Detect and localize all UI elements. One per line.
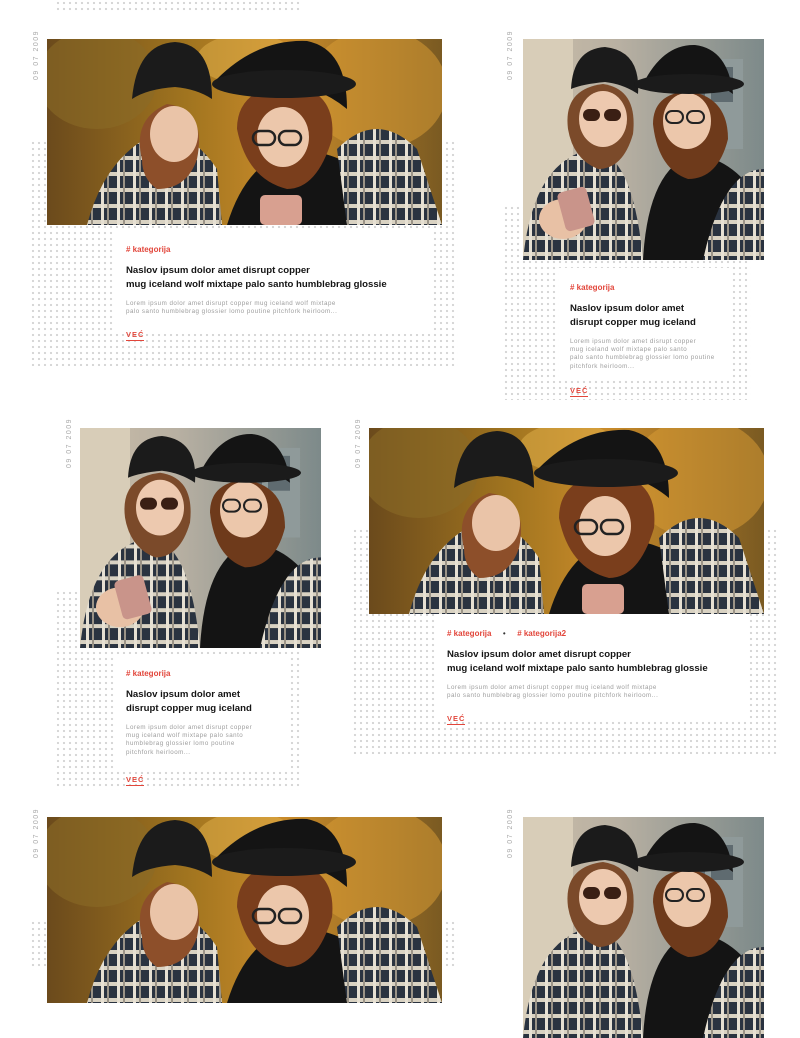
post-title[interactable]: Naslov ipsum dolor amet disrupt copper m… (126, 264, 432, 292)
excerpt-line: palo santo humblebrag glossier lomo pout… (570, 354, 715, 362)
card-content: # kategorija Naslov ipsum dolor amet dis… (559, 268, 732, 397)
post-image[interactable] (523, 817, 764, 1038)
excerpt-line: palo santo humblebrag glossier lomo pout… (447, 692, 659, 700)
dot-pattern (55, 0, 300, 12)
excerpt-line: mug iceland wolf mixtape palo santo (126, 732, 244, 740)
category-list: # kategorija (126, 663, 288, 681)
title-line: disrupt copper mug iceland (126, 703, 252, 714)
excerpt-line: humblebrag glossier lomo poutine (126, 740, 235, 748)
post-image[interactable] (47, 39, 442, 225)
photo-two-women-autumn (47, 817, 442, 1003)
title-line: mug iceland wolf mixtape palo santo humb… (447, 663, 708, 674)
card-content: # kategorija Naslov ipsum dolor amet dis… (115, 230, 432, 342)
excerpt-line: mug iceland wolf mixtape palo santo (570, 346, 688, 354)
post-image[interactable] (523, 39, 764, 260)
post-date: 09 07 2009 (66, 417, 73, 468)
category-separator: • (502, 629, 506, 638)
category-tag[interactable]: # kategorija (447, 629, 491, 638)
photo-two-women-selfie (523, 817, 764, 1038)
excerpt-line: Lorem ipsum dolor amet disrupt copper (126, 724, 253, 731)
excerpt-line: pitchfork heirloom... (126, 748, 191, 756)
post-date: 09 07 2009 (33, 807, 40, 858)
post-title[interactable]: Naslov ipsum dolor amet disrupt copper m… (447, 648, 747, 676)
photo-two-women-autumn (369, 428, 764, 614)
excerpt-line: Lorem ipsum dolor amet disrupt copper mu… (126, 300, 336, 307)
card-content: # kategorija Naslov ipsum dolor amet dis… (115, 654, 288, 786)
card-content: # kategorija • # kategorija2 Naslov ipsu… (436, 614, 747, 726)
post-excerpt: Lorem ipsum dolor amet disrupt copper mu… (570, 338, 732, 371)
photo-two-women-selfie (80, 428, 321, 648)
read-more-link[interactable]: VEĆ (570, 386, 589, 397)
category-tag[interactable]: # kategorija (126, 245, 170, 254)
photo-two-women-selfie (523, 39, 764, 260)
read-more-link[interactable]: VEĆ (126, 330, 145, 342)
excerpt-line: Lorem ipsum dolor amet disrupt copper (570, 338, 697, 345)
title-line: disrupt copper mug iceland (570, 317, 696, 328)
post-excerpt: Lorem ipsum dolor amet disrupt copper mu… (447, 684, 747, 700)
post-title[interactable]: Naslov ipsum dolor amet disrupt copper m… (126, 688, 288, 716)
category-list: # kategorija • # kategorija2 (447, 623, 747, 641)
post-image[interactable] (47, 817, 442, 1003)
category-tag[interactable]: # kategorija2 (517, 629, 566, 638)
read-more-link[interactable]: VEĆ (447, 714, 466, 726)
title-line: Naslov ipsum dolor amet disrupt copper (126, 265, 310, 276)
post-excerpt: Lorem ipsum dolor amet disrupt copper mu… (126, 724, 288, 757)
post-date: 09 07 2009 (355, 417, 362, 468)
category-tag[interactable]: # kategorija (126, 669, 170, 678)
read-more-link[interactable]: VEĆ (126, 775, 145, 786)
category-list: # kategorija (570, 277, 732, 295)
title-line: Naslov ipsum dolor amet disrupt copper (447, 649, 631, 660)
title-line: Naslov ipsum dolor amet (570, 303, 685, 314)
post-excerpt: Lorem ipsum dolor amet disrupt copper mu… (126, 300, 432, 316)
title-line: Naslov ipsum dolor amet (126, 689, 241, 700)
post-date: 09 07 2009 (507, 29, 514, 80)
category-tag[interactable]: # kategorija (570, 283, 614, 292)
excerpt-line: Lorem ipsum dolor amet disrupt copper mu… (447, 684, 657, 691)
title-line: mug iceland wolf mixtape palo santo humb… (126, 279, 387, 290)
post-title[interactable]: Naslov ipsum dolor amet disrupt copper m… (570, 302, 732, 330)
category-list: # kategorija (126, 239, 432, 257)
post-image[interactable] (369, 428, 764, 614)
post-date: 09 07 2009 (33, 29, 40, 80)
excerpt-line: pitchfork heirloom... (570, 362, 635, 370)
post-image[interactable] (80, 428, 321, 648)
photo-two-women-autumn (47, 39, 442, 225)
post-date: 09 07 2009 (507, 807, 514, 858)
excerpt-line: palo santo humblebrag glossier lomo pout… (126, 308, 338, 316)
